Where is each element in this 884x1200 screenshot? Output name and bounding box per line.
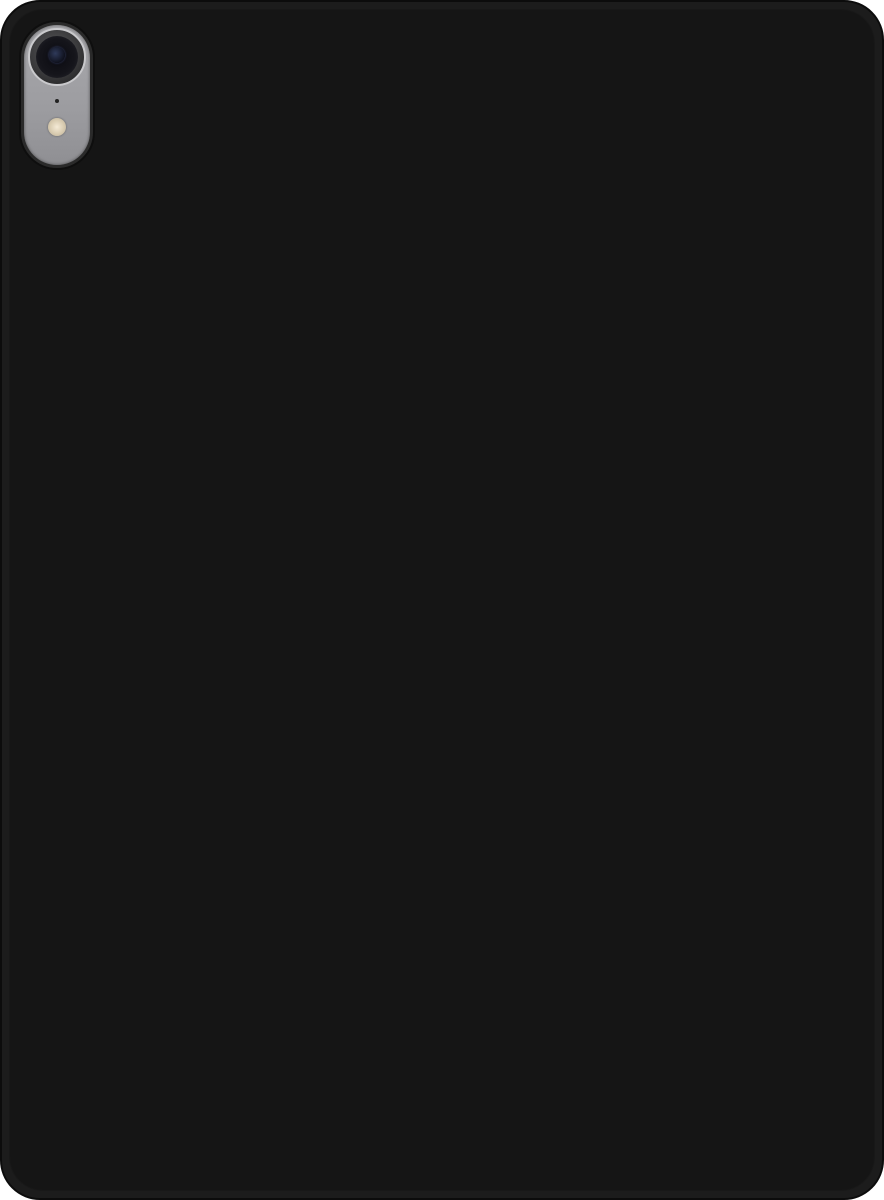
case-shell xyxy=(9,9,875,1191)
tablet-case-back xyxy=(0,0,884,1200)
microphone-hole xyxy=(55,99,59,103)
flash-icon xyxy=(48,118,66,136)
lens-core xyxy=(49,47,65,63)
